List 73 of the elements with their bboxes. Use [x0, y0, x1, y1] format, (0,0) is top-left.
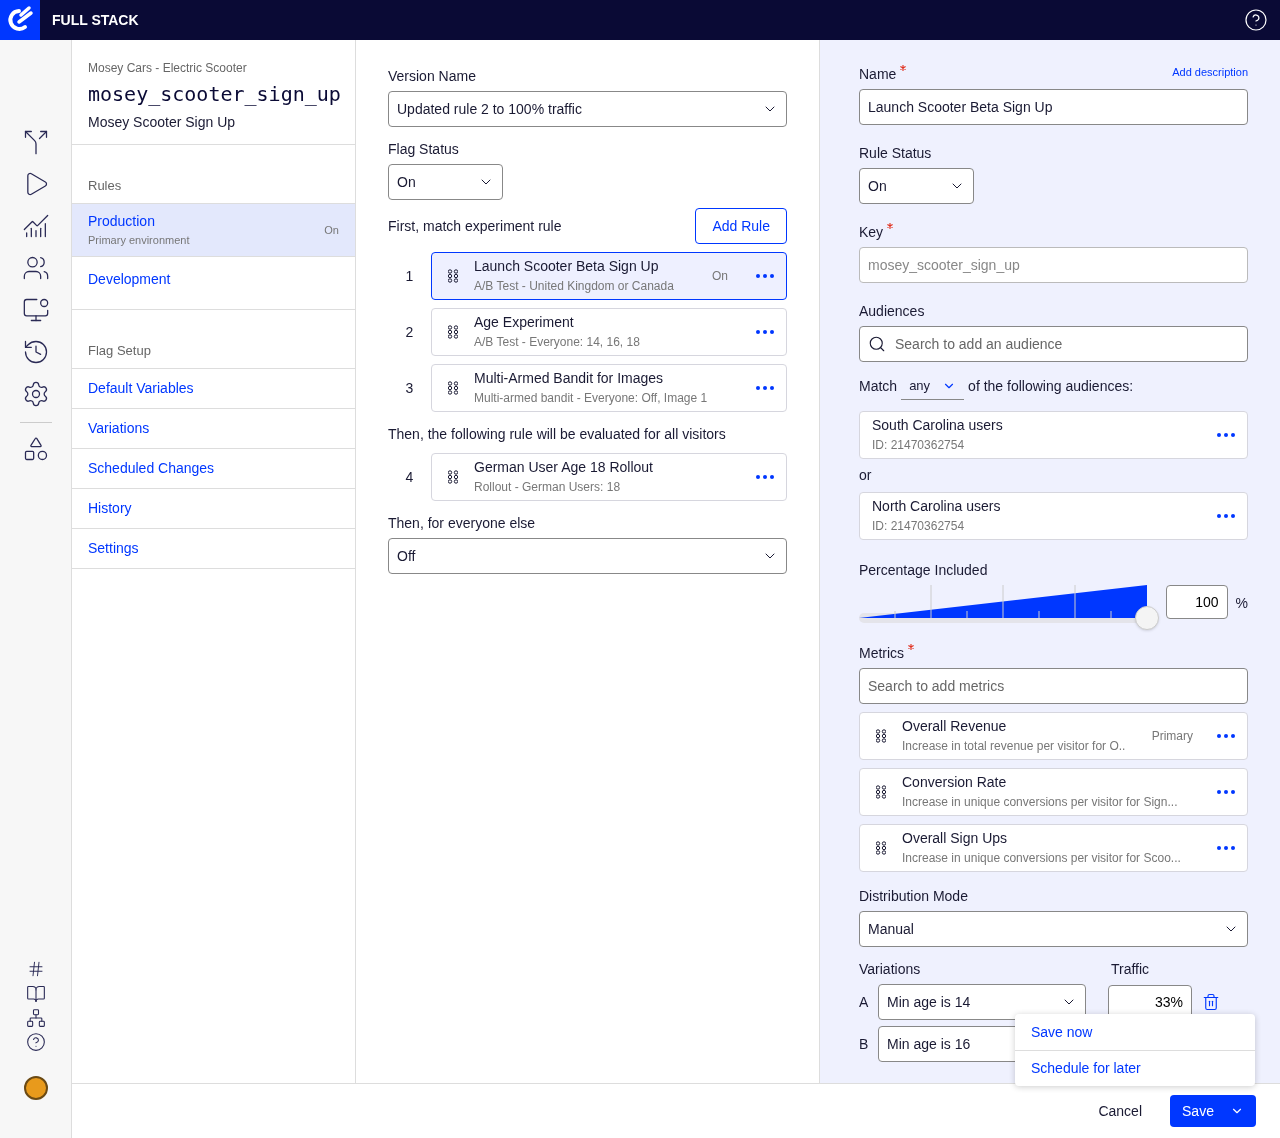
metric-name: Overall Revenue	[902, 717, 1008, 736]
metric-name: Conversion Rate	[902, 773, 1008, 792]
rule-title: Multi-Armed Bandit for Images	[474, 369, 665, 388]
rule-status: On	[712, 268, 728, 285]
metric-description: Increase in unique conversions per visitor for Sign...	[902, 794, 1179, 811]
section-label: First, match experiment rule	[388, 216, 562, 236]
flag-status-select[interactable]: On	[388, 164, 503, 200]
percentage-input[interactable]: 100	[1165, 585, 1228, 619]
field-label: Then, for everyone else	[388, 514, 536, 533]
rule-number: 4	[404, 467, 415, 487]
field-label: Key	[859, 223, 884, 242]
rule-subtitle: A/B Test - Everyone: 14, 16, 18	[474, 334, 641, 351]
metric-description: Increase in unique conversions per visitor for Scoo...	[902, 850, 1182, 867]
metric-tag: Primary	[1151, 727, 1193, 745]
rule-status-select[interactable]: On	[859, 168, 974, 204]
metrics-search-field[interactable]: Search to add metrics	[859, 668, 1248, 704]
field-label: Traffic	[1111, 960, 1150, 979]
distribution-select[interactable]: Manual	[859, 911, 1248, 947]
everyone-else-select[interactable]: Off	[388, 538, 787, 574]
match-select[interactable]: any	[901, 372, 965, 400]
field-label: Percentage Included	[859, 561, 988, 580]
metric-name: Overall Sign Ups	[902, 829, 1009, 848]
field-label: Metrics	[859, 644, 905, 663]
sidebar-item[interactable]: Production Primary environment On	[72, 204, 355, 257]
percent-unit: %	[1235, 594, 1248, 613]
audience-id: ID: 21470362754	[872, 437, 966, 454]
rule-number: 3	[404, 378, 415, 398]
rule-title: Launch Scooter Beta Sign Up	[474, 257, 660, 276]
audience-name: South Carolina users	[872, 416, 1004, 435]
rule-card[interactable]: Age Experiment A/B Test - Everyone: 14, 16, 18	[431, 308, 787, 356]
metric-description: Increase in total revenue per visitor for O..	[902, 738, 1127, 755]
field-label: Version Name	[388, 67, 476, 86]
menu-item[interactable]: Schedule for later	[1015, 1050, 1255, 1086]
rule-subtitle: Multi-armed bandit - Everyone: Off, Image 1	[474, 390, 709, 407]
audience-name: North Carolina users	[872, 497, 1002, 516]
section-heading: Flag Setup	[88, 343, 151, 358]
rule-subtitle: Rollout - German Users: 18	[474, 479, 622, 496]
rule-card[interactable]: Multi-Armed Bandit for Images Multi-armed bandit - Everyone: Off, Image 1	[431, 364, 787, 412]
rule-number: 1	[404, 266, 415, 286]
audience-search-field[interactable]: Search to add an audience	[859, 326, 1248, 362]
rule-title: German User Age 18 Rollout	[474, 458, 654, 477]
save-button[interactable]: Save	[1170, 1095, 1256, 1127]
flag-key: mosey_scooter_sign_up	[88, 78, 339, 110]
add-rule-button[interactable]: Add Rule	[695, 208, 787, 244]
field-label: Variations	[859, 960, 922, 979]
field-label: Distribution Mode	[859, 887, 968, 906]
rule-card[interactable]: German User Age 18 Rollout Rollout - German Users: 18	[431, 453, 787, 501]
audience-id: ID: 21470362754	[872, 518, 966, 535]
field-label: Audiences	[859, 302, 925, 321]
name-input[interactable]: Launch Scooter Beta Sign Up	[859, 89, 1248, 125]
project-name: Mosey Cars - Electric Scooter	[88, 60, 248, 77]
variation-select[interactable]: Min age is 14	[878, 984, 1086, 1020]
match-label: of the following audiences:	[968, 376, 1134, 396]
field-label: Flag Status	[388, 140, 459, 159]
field-label: Name	[859, 65, 897, 84]
section-label: Then, the following rule will be evaluated for all visitors	[388, 425, 727, 444]
add-description-link[interactable]: Add description	[1172, 64, 1248, 81]
field-label: Rule Status	[859, 144, 932, 163]
variation-letter: B	[859, 1034, 870, 1054]
item-subtitle: Primary environment	[88, 233, 191, 249]
version-select[interactable]: Updated rule 2 to 100% traffic	[388, 91, 787, 127]
rule-title: Age Experiment	[474, 313, 575, 332]
joiner-label: or	[859, 466, 873, 485]
item-status: On	[324, 222, 339, 238]
section-heading: Rules	[88, 178, 122, 193]
flag-name: Mosey Scooter Sign Up	[88, 113, 237, 132]
rule-card[interactable]: Launch Scooter Beta Sign Up A/B Test - United Kingdom or Canada On	[431, 252, 787, 300]
variation-letter: A	[859, 992, 870, 1012]
rule-subtitle: A/B Test - United Kingdom or Canada	[474, 278, 675, 295]
rule-number: 2	[404, 322, 415, 342]
cancel-button[interactable]: Cancel	[1098, 1100, 1142, 1122]
product-name: FULL STACK	[52, 10, 139, 30]
match-label: Match	[859, 376, 898, 396]
